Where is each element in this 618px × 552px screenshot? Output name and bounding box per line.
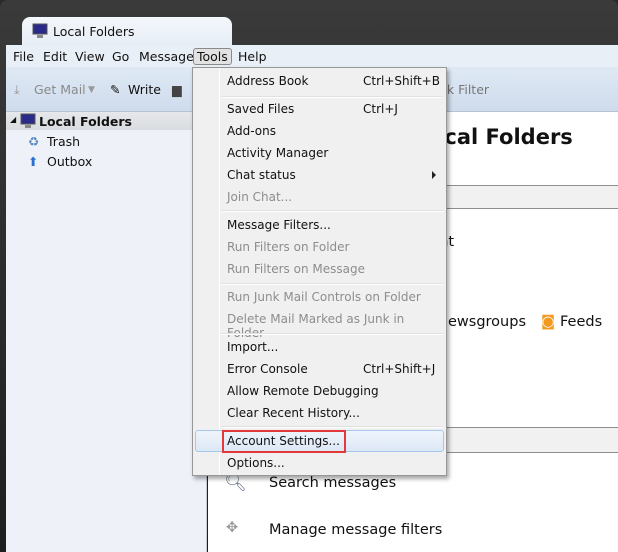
menu-item-account-settings[interactable]: Account Settings... bbox=[195, 430, 444, 453]
manage-filters-link[interactable]: Manage message filters bbox=[269, 522, 442, 538]
tab-title: Local Folders bbox=[53, 24, 135, 39]
menu-edit[interactable]: Edit bbox=[43, 49, 67, 64]
folder-local-folders[interactable]: Local Folders bbox=[39, 114, 132, 129]
folder-pane: ◢ Local Folders ♻ Trash ⬆ Outbox bbox=[6, 112, 207, 552]
menu-item-add-ons[interactable]: Add-ons bbox=[195, 120, 444, 142]
menu-item-saved-files[interactable]: Saved Files Ctrl+J bbox=[195, 98, 444, 120]
menu-view[interactable]: View bbox=[75, 49, 105, 64]
menu-file[interactable]: File bbox=[13, 49, 34, 64]
menu-item-join-chat: Join Chat... bbox=[195, 186, 444, 208]
separator bbox=[221, 426, 443, 428]
search-messages-link[interactable]: Search messages bbox=[269, 475, 396, 491]
label: Address Book bbox=[227, 74, 309, 88]
label: Run Filters on Message bbox=[227, 262, 365, 276]
label: Run Junk Mail Controls on Folder bbox=[227, 290, 421, 304]
menu-item-chat-status[interactable]: Chat status bbox=[195, 164, 444, 186]
write-button[interactable]: Write bbox=[128, 82, 161, 97]
tools-menu: Address Book Ctrl+Shift+B Saved Files Ctrl… bbox=[192, 67, 447, 476]
chat-icon[interactable]: ▆ bbox=[172, 82, 182, 97]
separator bbox=[221, 210, 443, 212]
label: Run Filters on Folder bbox=[227, 240, 350, 254]
menubar: File Edit View Go Message Tools Help bbox=[6, 45, 618, 67]
pencil-icon: ✎ bbox=[110, 82, 121, 97]
label: Clear Recent History... bbox=[227, 406, 360, 420]
download-icon: ⤓ bbox=[14, 82, 20, 97]
newsgroups-link[interactable]: ewsgroups bbox=[448, 314, 526, 330]
menu-item-message-filters[interactable]: Message Filters... bbox=[195, 214, 444, 236]
menu-item-activity-manager[interactable]: Activity Manager bbox=[195, 142, 444, 164]
get-mail-button[interactable]: Get Mail bbox=[34, 82, 86, 97]
separator bbox=[221, 283, 443, 285]
collapse-icon[interactable]: ◢ bbox=[10, 115, 16, 124]
menu-message[interactable]: Message bbox=[139, 49, 194, 64]
label: Error Console bbox=[227, 362, 308, 376]
menu-item-clear-history[interactable]: Clear Recent History... bbox=[195, 402, 444, 424]
menu-tools[interactable]: Tools bbox=[193, 48, 232, 65]
label: Join Chat... bbox=[227, 190, 293, 204]
filter-icon: ✥ bbox=[226, 520, 239, 536]
label: Options... bbox=[227, 456, 285, 470]
outbox-icon: ⬆ bbox=[28, 154, 39, 169]
folder-trash[interactable]: Trash bbox=[47, 134, 80, 149]
menu-item-address-book[interactable]: Address Book Ctrl+Shift+B bbox=[195, 70, 444, 92]
get-mail-dropdown-icon[interactable]: ▼ bbox=[88, 85, 95, 95]
submenu-arrow-icon bbox=[432, 171, 436, 179]
computer-icon bbox=[32, 23, 48, 38]
menu-item-options[interactable]: Options... bbox=[195, 452, 444, 474]
trash-icon: ♻ bbox=[28, 134, 40, 149]
label: Chat status bbox=[227, 168, 296, 182]
quick-filter-button[interactable]: ck Filter bbox=[440, 82, 489, 97]
label: Import... bbox=[227, 340, 279, 354]
menu-item-run-filters-message: Run Filters on Message bbox=[195, 258, 444, 280]
label: Message Filters... bbox=[227, 218, 331, 232]
shortcut: Ctrl+J bbox=[363, 102, 398, 116]
menu-item-import[interactable]: Import... bbox=[195, 336, 444, 358]
menu-item-remote-debugging[interactable]: Allow Remote Debugging bbox=[195, 380, 444, 402]
highlight-box bbox=[222, 430, 346, 453]
menu-item-run-filters-folder: Run Filters on Folder bbox=[195, 236, 444, 258]
folder-outbox[interactable]: Outbox bbox=[47, 154, 92, 169]
account-title: ocal Folders bbox=[430, 125, 573, 149]
label: Add-ons bbox=[227, 124, 276, 138]
feeds-link[interactable]: Feeds bbox=[560, 314, 602, 330]
menu-item-run-junk-controls: Run Junk Mail Controls on Folder bbox=[195, 286, 444, 308]
label: Activity Manager bbox=[227, 146, 329, 160]
menu-item-error-console[interactable]: Error Console Ctrl+Shift+J bbox=[195, 358, 444, 380]
shortcut: Ctrl+Shift+J bbox=[363, 362, 436, 376]
menu-item-delete-junk: Delete Mail Marked as Junk in Folder bbox=[195, 308, 444, 340]
label: Saved Files bbox=[227, 102, 295, 116]
tab-local-folders[interactable]: Local Folders bbox=[22, 17, 232, 47]
menu-go[interactable]: Go bbox=[112, 49, 129, 64]
label: Allow Remote Debugging bbox=[227, 384, 379, 398]
menu-help[interactable]: Help bbox=[238, 49, 267, 64]
feeds-icon: ◙ bbox=[541, 314, 556, 330]
shortcut: Ctrl+Shift+B bbox=[363, 74, 440, 88]
separator bbox=[221, 333, 443, 335]
computer-icon bbox=[20, 113, 36, 128]
